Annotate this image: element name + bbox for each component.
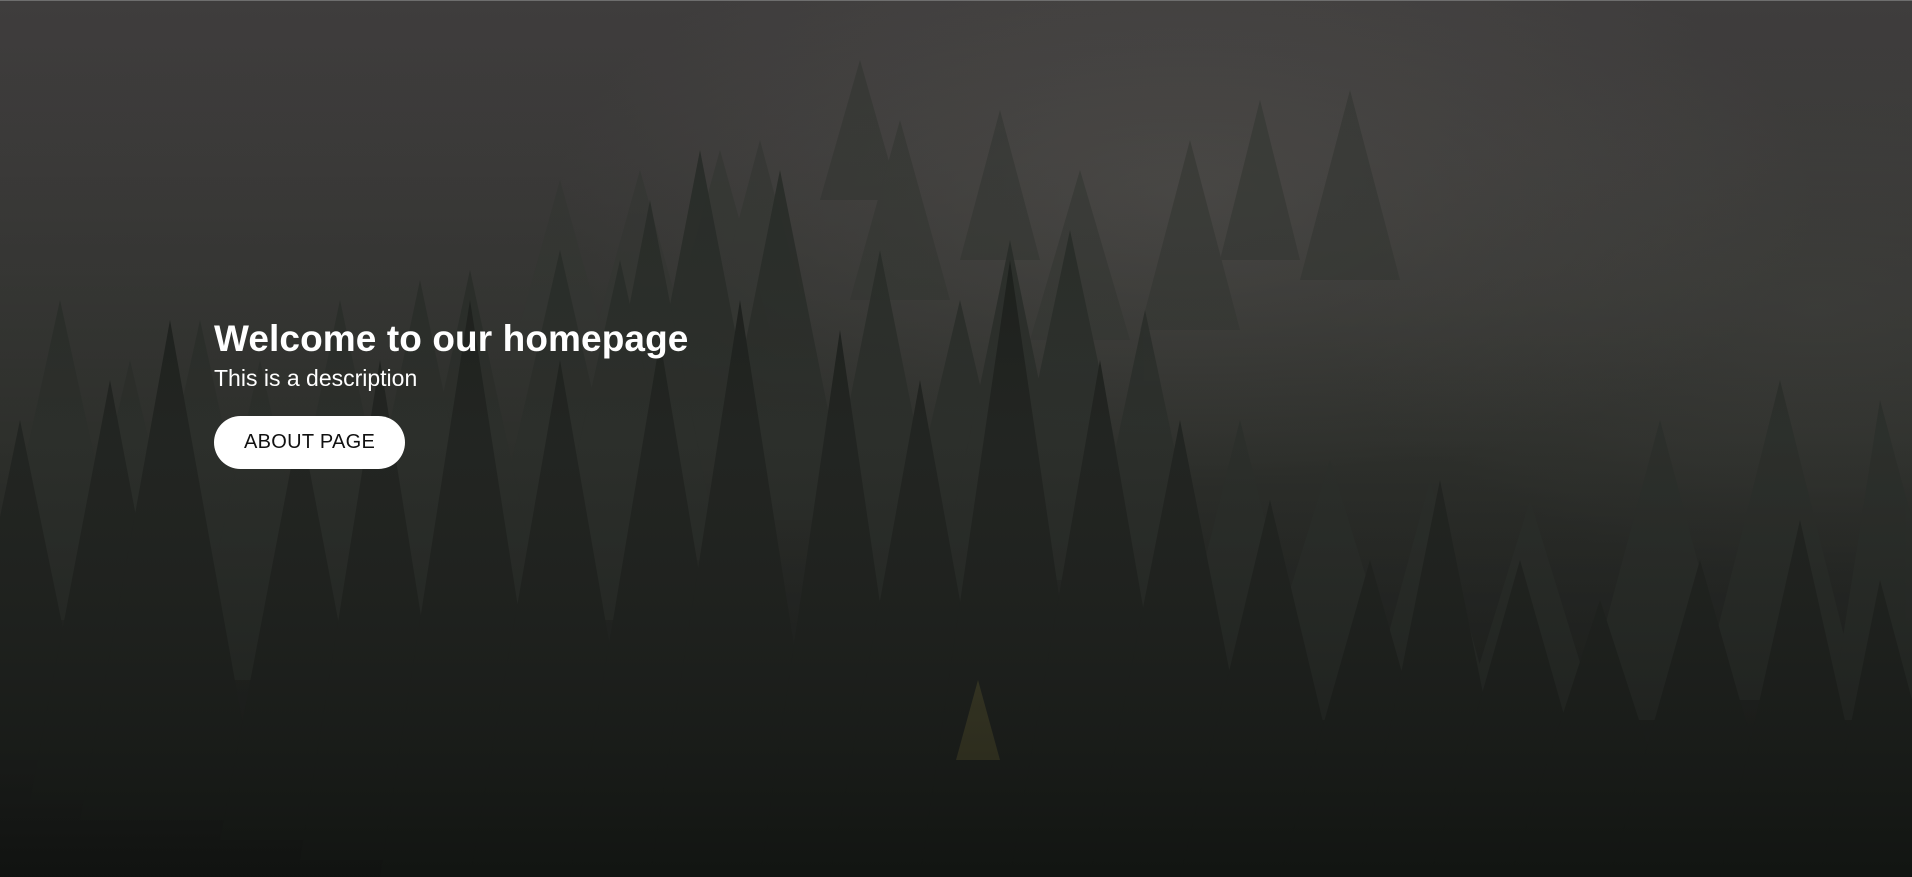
hero-title: Welcome to our homepage	[214, 318, 689, 359]
hero-description: This is a description	[214, 365, 418, 391]
hero-content: Welcome to our homepage This is a descri…	[214, 316, 688, 469]
about-page-button[interactable]: ABOUT PAGE	[214, 416, 406, 469]
hero-section: Welcome to our homepage This is a descri…	[0, 0, 1912, 877]
